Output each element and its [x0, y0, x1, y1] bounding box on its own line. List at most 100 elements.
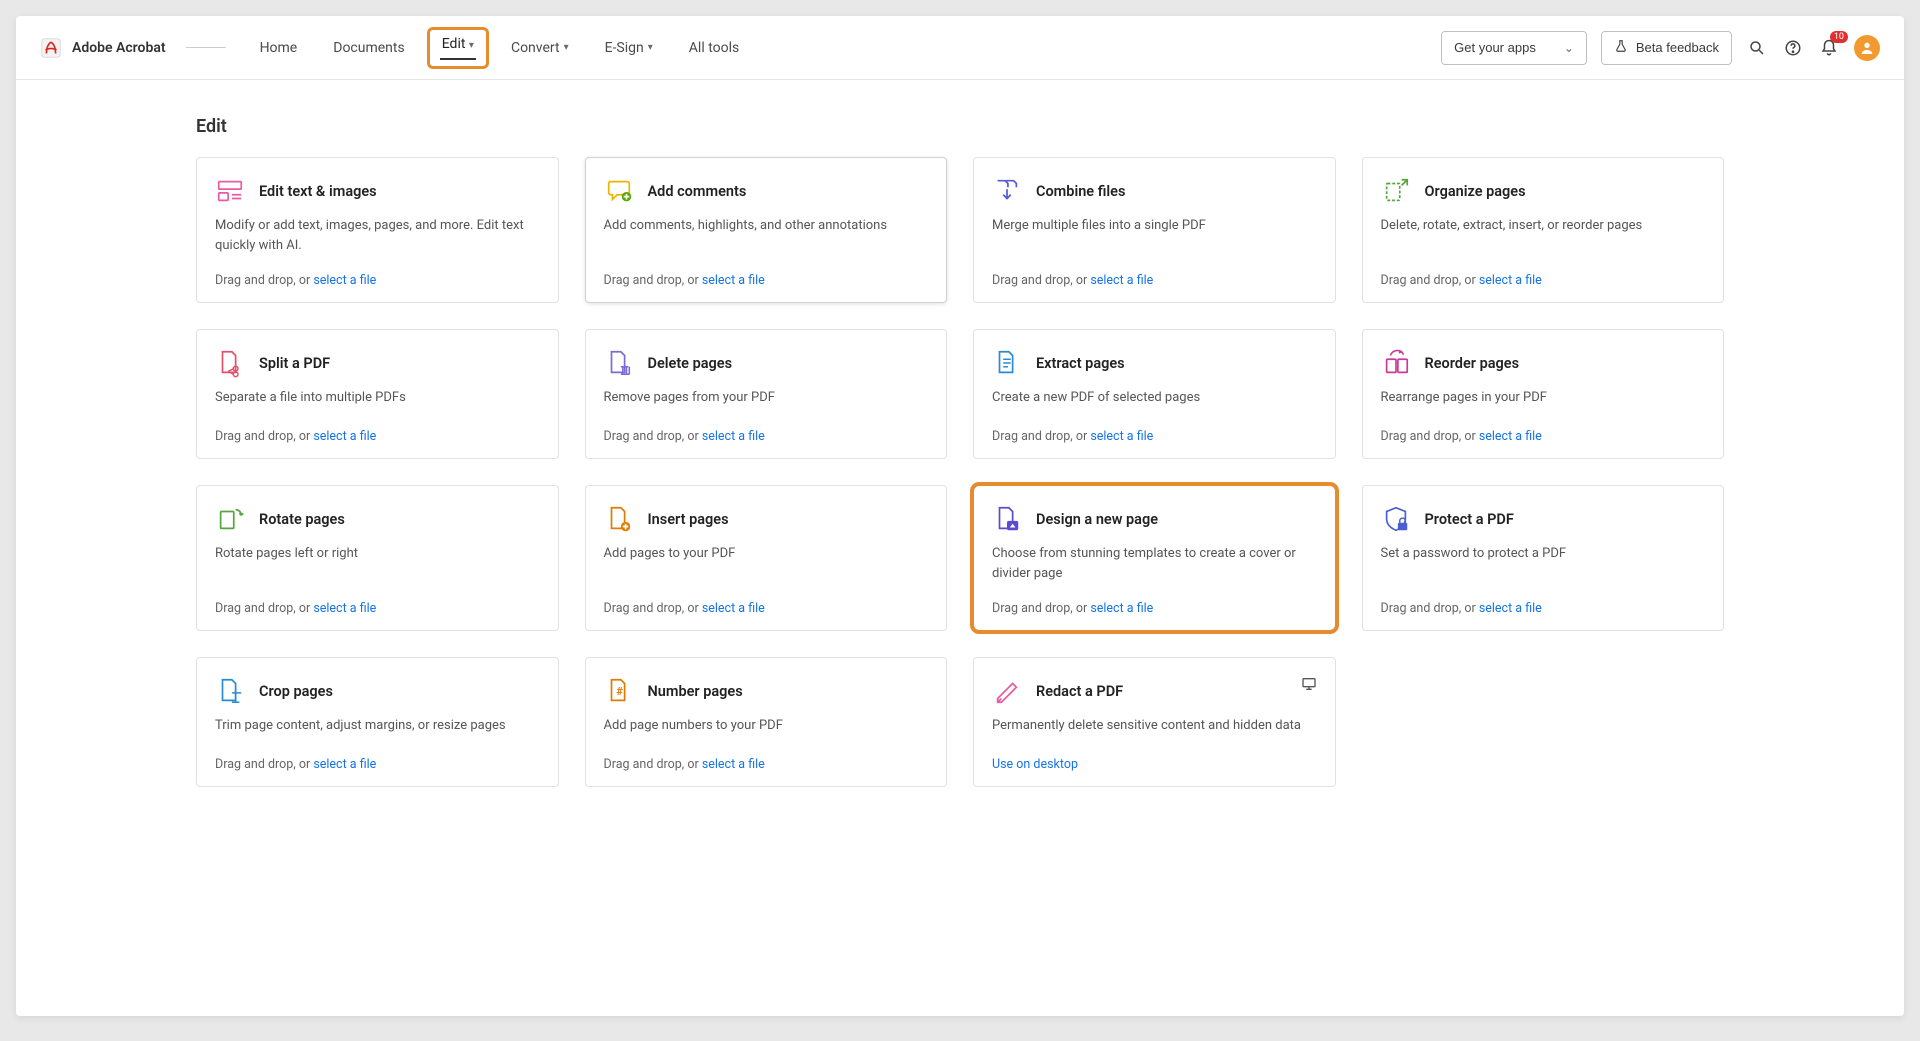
- select-file-link[interactable]: select a file: [1479, 601, 1542, 616]
- select-file-link[interactable]: select a file: [313, 273, 376, 288]
- chevron-down-icon: ▾: [469, 40, 474, 51]
- protect-pdf-icon: [1381, 504, 1411, 534]
- card-title: Extract pages: [1036, 355, 1125, 372]
- use-on-desktop-link[interactable]: Use on desktop: [992, 757, 1078, 772]
- select-file-link[interactable]: select a file: [313, 757, 376, 772]
- tool-card-add-comments[interactable]: Add comments Add comments, highlights, a…: [585, 157, 948, 303]
- card-title: Protect a PDF: [1425, 511, 1514, 528]
- card-title: Reorder pages: [1425, 355, 1520, 372]
- brand: Adobe Acrobat: [40, 37, 226, 59]
- nav-convert[interactable]: Convert ▾: [497, 32, 583, 64]
- tool-card-crop-pages[interactable]: Crop pages Trim page content, adjust mar…: [196, 657, 559, 787]
- select-file-link[interactable]: select a file: [1479, 273, 1542, 288]
- select-file-link[interactable]: select a file: [313, 601, 376, 616]
- dragdrop-label: Drag and drop, or: [604, 429, 702, 444]
- notifications-icon[interactable]: 10: [1818, 37, 1840, 59]
- beta-feedback-label: Beta feedback: [1636, 40, 1719, 55]
- organize-pages-icon: [1381, 176, 1411, 206]
- tool-card-redact-pdf[interactable]: Redact a PDF Permanently delete sensitiv…: [973, 657, 1336, 787]
- card-desc: Choose from stunning templates to create…: [992, 544, 1317, 583]
- card-desc: Trim page content, adjust margins, or re…: [215, 716, 540, 736]
- nav-edit-highlighted[interactable]: Edit ▾: [427, 27, 489, 69]
- card-title: Insert pages: [648, 511, 729, 528]
- add-comments-icon: [604, 176, 634, 206]
- select-file-link[interactable]: select a file: [1479, 429, 1542, 444]
- dragdrop-label: Drag and drop, or: [604, 273, 702, 288]
- main-nav: Home Documents Edit ▾ Convert ▾ E-Sign ▾…: [246, 27, 754, 69]
- crop-pages-icon: [215, 676, 245, 706]
- card-desc: Rearrange pages in your PDF: [1381, 388, 1706, 408]
- design-new-page-icon: [992, 504, 1022, 534]
- card-desc: Add pages to your PDF: [604, 544, 929, 564]
- card-desc: Separate a file into multiple PDFs: [215, 388, 540, 408]
- nav-home[interactable]: Home: [246, 32, 312, 64]
- insert-pages-icon: [604, 504, 634, 534]
- dragdrop-label: Drag and drop, or: [604, 757, 702, 772]
- tool-card-organize-pages[interactable]: Organize pages Delete, rotate, extract, …: [1362, 157, 1725, 303]
- select-file-link[interactable]: select a file: [313, 429, 376, 444]
- select-file-link[interactable]: select a file: [702, 757, 765, 772]
- select-file-link[interactable]: select a file: [702, 273, 765, 288]
- dragdrop-label: Drag and drop, or: [1381, 601, 1479, 616]
- dragdrop-label: Drag and drop, or: [215, 273, 313, 288]
- card-desc: Add comments, highlights, and other anno…: [604, 216, 929, 236]
- help-icon[interactable]: [1782, 37, 1804, 59]
- desktop-icon: [1301, 676, 1317, 696]
- get-your-apps-button[interactable]: Get your apps ⌄: [1441, 31, 1587, 65]
- tool-card-rotate-pages[interactable]: Rotate pages Rotate pages left or right …: [196, 485, 559, 631]
- tool-card-combine-files[interactable]: Combine files Merge multiple files into …: [973, 157, 1336, 303]
- card-desc: Create a new PDF of selected pages: [992, 388, 1317, 408]
- dragdrop-label: Drag and drop, or: [992, 601, 1090, 616]
- search-icon[interactable]: [1746, 37, 1768, 59]
- card-title: Combine files: [1036, 183, 1125, 200]
- delete-pages-icon: [604, 348, 634, 378]
- tool-card-design-new-page-highlighted[interactable]: Design a new page Choose from stunning t…: [973, 485, 1336, 631]
- page-title: Edit: [196, 116, 1724, 137]
- dragdrop-label: Drag and drop, or: [604, 601, 702, 616]
- select-file-link[interactable]: select a file: [1090, 429, 1153, 444]
- card-title: Design a new page: [1036, 511, 1158, 528]
- chevron-down-icon: ⌄: [1564, 41, 1574, 55]
- card-title: Crop pages: [259, 683, 333, 700]
- select-file-link[interactable]: select a file: [702, 429, 765, 444]
- brand-name: Adobe Acrobat: [72, 40, 166, 56]
- avatar[interactable]: [1854, 35, 1880, 61]
- chevron-down-icon: ▾: [564, 42, 569, 53]
- nav-alltools[interactable]: All tools: [675, 32, 753, 64]
- tool-card-extract-pages[interactable]: Extract pages Create a new PDF of select…: [973, 329, 1336, 459]
- extract-pages-icon: [992, 348, 1022, 378]
- card-desc: Rotate pages left or right: [215, 544, 540, 564]
- tool-card-protect-pdf[interactable]: Protect a PDF Set a password to protect …: [1362, 485, 1725, 631]
- card-desc: Set a password to protect a PDF: [1381, 544, 1706, 564]
- card-title: Redact a PDF: [1036, 683, 1123, 700]
- rotate-pages-icon: [215, 504, 245, 534]
- card-desc: Add page numbers to your PDF: [604, 716, 929, 736]
- get-your-apps-label: Get your apps: [1454, 40, 1536, 55]
- card-desc: Permanently delete sensitive content and…: [992, 716, 1317, 736]
- tool-card-edit-text-images[interactable]: Edit text & images Modify or add text, i…: [196, 157, 559, 303]
- tools-grid: Edit text & images Modify or add text, i…: [196, 157, 1724, 787]
- card-title: Delete pages: [648, 355, 733, 372]
- tool-card-reorder-pages[interactable]: Reorder pages Rearrange pages in your PD…: [1362, 329, 1725, 459]
- flask-icon: [1614, 39, 1628, 56]
- select-file-link[interactable]: select a file: [1090, 601, 1153, 616]
- nav-convert-label: Convert: [511, 40, 560, 56]
- select-file-link[interactable]: select a file: [702, 601, 765, 616]
- acrobat-logo-icon: [40, 37, 62, 59]
- nav-esign[interactable]: E-Sign ▾: [591, 32, 667, 64]
- nav-esign-label: E-Sign: [605, 40, 644, 56]
- dragdrop-label: Drag and drop, or: [215, 757, 313, 772]
- nav-edit-label: Edit: [442, 36, 466, 52]
- card-desc: Modify or add text, images, pages, and m…: [215, 216, 540, 255]
- brand-separator: [186, 47, 226, 48]
- dragdrop-label: Drag and drop, or: [992, 429, 1090, 444]
- tool-card-insert-pages[interactable]: Insert pages Add pages to your PDF Drag …: [585, 485, 948, 631]
- tool-card-split-pdf[interactable]: Split a PDF Separate a file into multipl…: [196, 329, 559, 459]
- card-desc: Delete, rotate, extract, insert, or reor…: [1381, 216, 1706, 236]
- beta-feedback-button[interactable]: Beta feedback: [1601, 31, 1732, 65]
- select-file-link[interactable]: select a file: [1090, 273, 1153, 288]
- tool-card-delete-pages[interactable]: Delete pages Remove pages from your PDF …: [585, 329, 948, 459]
- tool-card-number-pages[interactable]: # Number pages Add page numbers to your …: [585, 657, 948, 787]
- nav-documents[interactable]: Documents: [319, 32, 418, 64]
- number-pages-icon: #: [604, 676, 634, 706]
